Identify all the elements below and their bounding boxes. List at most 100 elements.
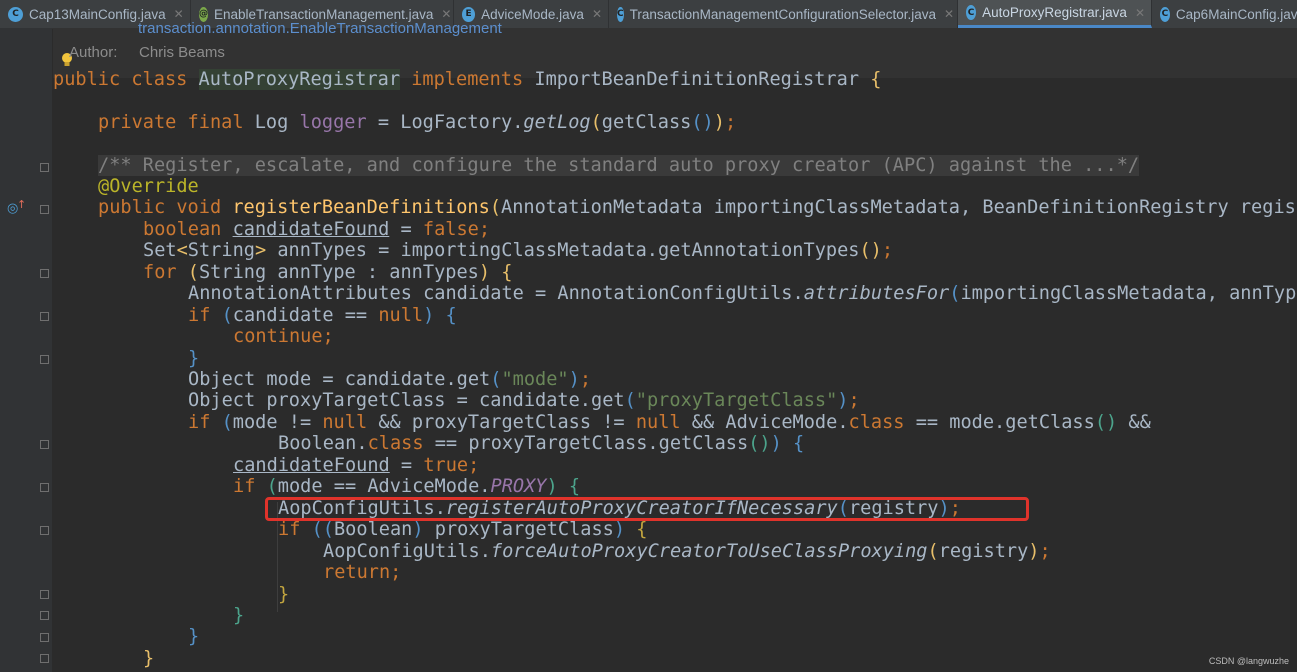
token-text: annTypes = importingClassMetadata.getAnn…: [266, 240, 860, 261]
token-string: "proxyTargetClass": [635, 390, 838, 411]
token-brace: }: [188, 348, 200, 369]
tab-cap6mainconfig[interactable]: C Cap6MainConfig.java: [1152, 0, 1297, 28]
token-paren: (: [266, 476, 278, 497]
token-paren: ): [1028, 541, 1040, 562]
code-line-boolean-class[interactable]: Boolean.class == proxyTargetClass.getCla…: [278, 433, 804, 454]
code-line-if-proxy[interactable]: if (mode == AdviceMode.PROXY) {: [233, 476, 580, 497]
close-icon[interactable]: ✕: [592, 7, 602, 21]
fold-marker[interactable]: [40, 355, 49, 364]
token-keyword: true: [423, 455, 469, 476]
token-keyword: class: [848, 412, 905, 433]
token-brace: }: [233, 605, 245, 626]
token-keyword: if: [278, 519, 312, 540]
code-line-class-declaration[interactable]: public class AutoProxyRegistrar implemen…: [53, 69, 881, 90]
code-line-close-brace[interactable]: }: [188, 626, 199, 647]
fold-marker[interactable]: [40, 590, 49, 599]
close-icon[interactable]: ✕: [944, 7, 954, 21]
watermark: CSDN @langwuzhe: [1208, 656, 1289, 666]
fold-marker[interactable]: [40, 483, 49, 492]
token-text: && proxyTargetClass !=: [367, 412, 636, 433]
token-text: &&: [1117, 412, 1151, 433]
code-line-candidate[interactable]: AnnotationAttributes candidate = Annotat…: [188, 283, 1297, 304]
code-line-candidate-found[interactable]: boolean candidateFound = false;: [143, 219, 490, 240]
token-keyword: class: [367, 433, 424, 454]
token-variable: candidateFound: [233, 455, 390, 476]
token-keyword: for: [143, 262, 188, 283]
token-paren: (): [859, 240, 882, 261]
code-line-ann-types[interactable]: Set<String> annTypes = importingClassMet…: [143, 240, 893, 261]
fold-marker[interactable]: [40, 163, 49, 172]
token-keyword: null: [322, 412, 368, 433]
token-text: String annType : annTypes: [198, 262, 479, 283]
code-line-return[interactable]: return;: [323, 562, 401, 583]
token-text: AopConfigUtils.: [323, 541, 491, 562]
fold-marker[interactable]: [40, 312, 49, 321]
code-line-folded-javadoc[interactable]: /** Register, escalate, and configure th…: [98, 155, 1140, 176]
token-paren: (: [490, 369, 502, 390]
token-type: String: [187, 240, 255, 261]
fold-marker[interactable]: [40, 526, 49, 535]
code-line-if-proxy-target-class[interactable]: if ((Boolean) proxyTargetClass) {: [278, 519, 647, 540]
fold-marker[interactable]: [40, 440, 49, 449]
token-string: "mode": [501, 369, 569, 390]
fold-marker[interactable]: [40, 611, 49, 620]
token-text: = LogFactory.: [366, 112, 524, 133]
override-arrow-icon: ↑: [17, 198, 27, 211]
code-line-close-brace[interactable]: }: [188, 348, 199, 369]
token-text: Object mode = candidate.get: [188, 369, 491, 390]
token-type: Set: [143, 240, 177, 261]
token-text: == proxyTargetClass.getClass: [423, 433, 749, 454]
code-line-close-brace[interactable]: }: [233, 605, 244, 626]
code-line-method-signature[interactable]: public void registerBeanDefinitions(Anno…: [98, 197, 1297, 218]
token-bracket: >: [254, 240, 267, 261]
token-brace: {: [781, 433, 805, 454]
token-brace: {: [557, 476, 581, 497]
fold-marker[interactable]: [40, 205, 49, 214]
token-paren: ): [412, 519, 424, 540]
fold-marker[interactable]: [40, 269, 49, 278]
code-line-override[interactable]: @Override: [98, 176, 199, 197]
token-keyword: if: [188, 305, 222, 326]
code-line-logger-field[interactable]: private final Log logger = LogFactory.ge…: [98, 112, 736, 133]
code-editor[interactable]: public class AutoProxyRegistrar implemen…: [53, 28, 1297, 672]
token-paren: (: [187, 262, 199, 283]
token-text: =: [389, 455, 424, 476]
code-line-candidate-found-true[interactable]: candidateFound = true;: [233, 455, 479, 476]
token-paren: ): [546, 476, 558, 497]
code-line-continue[interactable]: continue;: [233, 326, 334, 347]
token-paren: (: [221, 412, 233, 433]
token-enum-constant: PROXY: [490, 476, 547, 497]
code-line-for-loop[interactable]: for (String annType : annTypes) {: [143, 262, 512, 283]
close-icon[interactable]: ✕: [441, 7, 451, 21]
token-brace: {: [490, 262, 513, 283]
tab-label: TransactionManagementConfigurationSelect…: [629, 6, 937, 22]
code-line-mode[interactable]: Object mode = candidate.get("mode");: [188, 369, 591, 390]
class-icon: C: [617, 6, 624, 22]
code-line-proxy-target-class[interactable]: Object proxyTargetClass = candidate.get(…: [188, 390, 860, 411]
code-line-if-mode[interactable]: if (mode != null && proxyTargetClass != …: [188, 412, 1151, 433]
token-keyword: if: [188, 412, 222, 433]
token-paren: (: [624, 390, 636, 411]
token-variable: candidateFound: [232, 219, 390, 240]
close-icon[interactable]: ✕: [174, 7, 184, 21]
token-field: logger: [299, 112, 367, 133]
code-line-if-null[interactable]: if (candidate == null) {: [188, 305, 457, 326]
token-interface: ImportBeanDefinitionRegistrar: [534, 69, 871, 90]
token-paren: (: [489, 197, 502, 218]
code-line-close-brace[interactable]: }: [278, 584, 289, 605]
token-keyword: boolean: [143, 219, 233, 240]
code-line-force-apc[interactable]: AopConfigUtils.forceAutoProxyCreatorToUs…: [323, 541, 1051, 562]
token-text: importingClassMetadata, annType: [960, 283, 1297, 304]
token-text: registry: [938, 541, 1029, 562]
token-paren: ): [478, 262, 491, 283]
code-line-close-brace[interactable]: }: [143, 648, 154, 669]
class-icon: C: [8, 6, 23, 22]
tab-label: Cap6MainConfig.java: [1175, 6, 1297, 22]
token-keyword: implements: [400, 69, 535, 90]
tab-transactionmanagementconfigurationselector[interactable]: C TransactionManagementConfigurationSele…: [609, 0, 958, 28]
tab-autoproxyregistrar[interactable]: C AutoProxyRegistrar.java ✕: [958, 0, 1152, 28]
fold-marker[interactable]: [40, 654, 49, 663]
fold-marker[interactable]: [40, 633, 49, 642]
close-icon[interactable]: ✕: [1135, 6, 1145, 20]
token-keyword: public void: [98, 197, 233, 218]
